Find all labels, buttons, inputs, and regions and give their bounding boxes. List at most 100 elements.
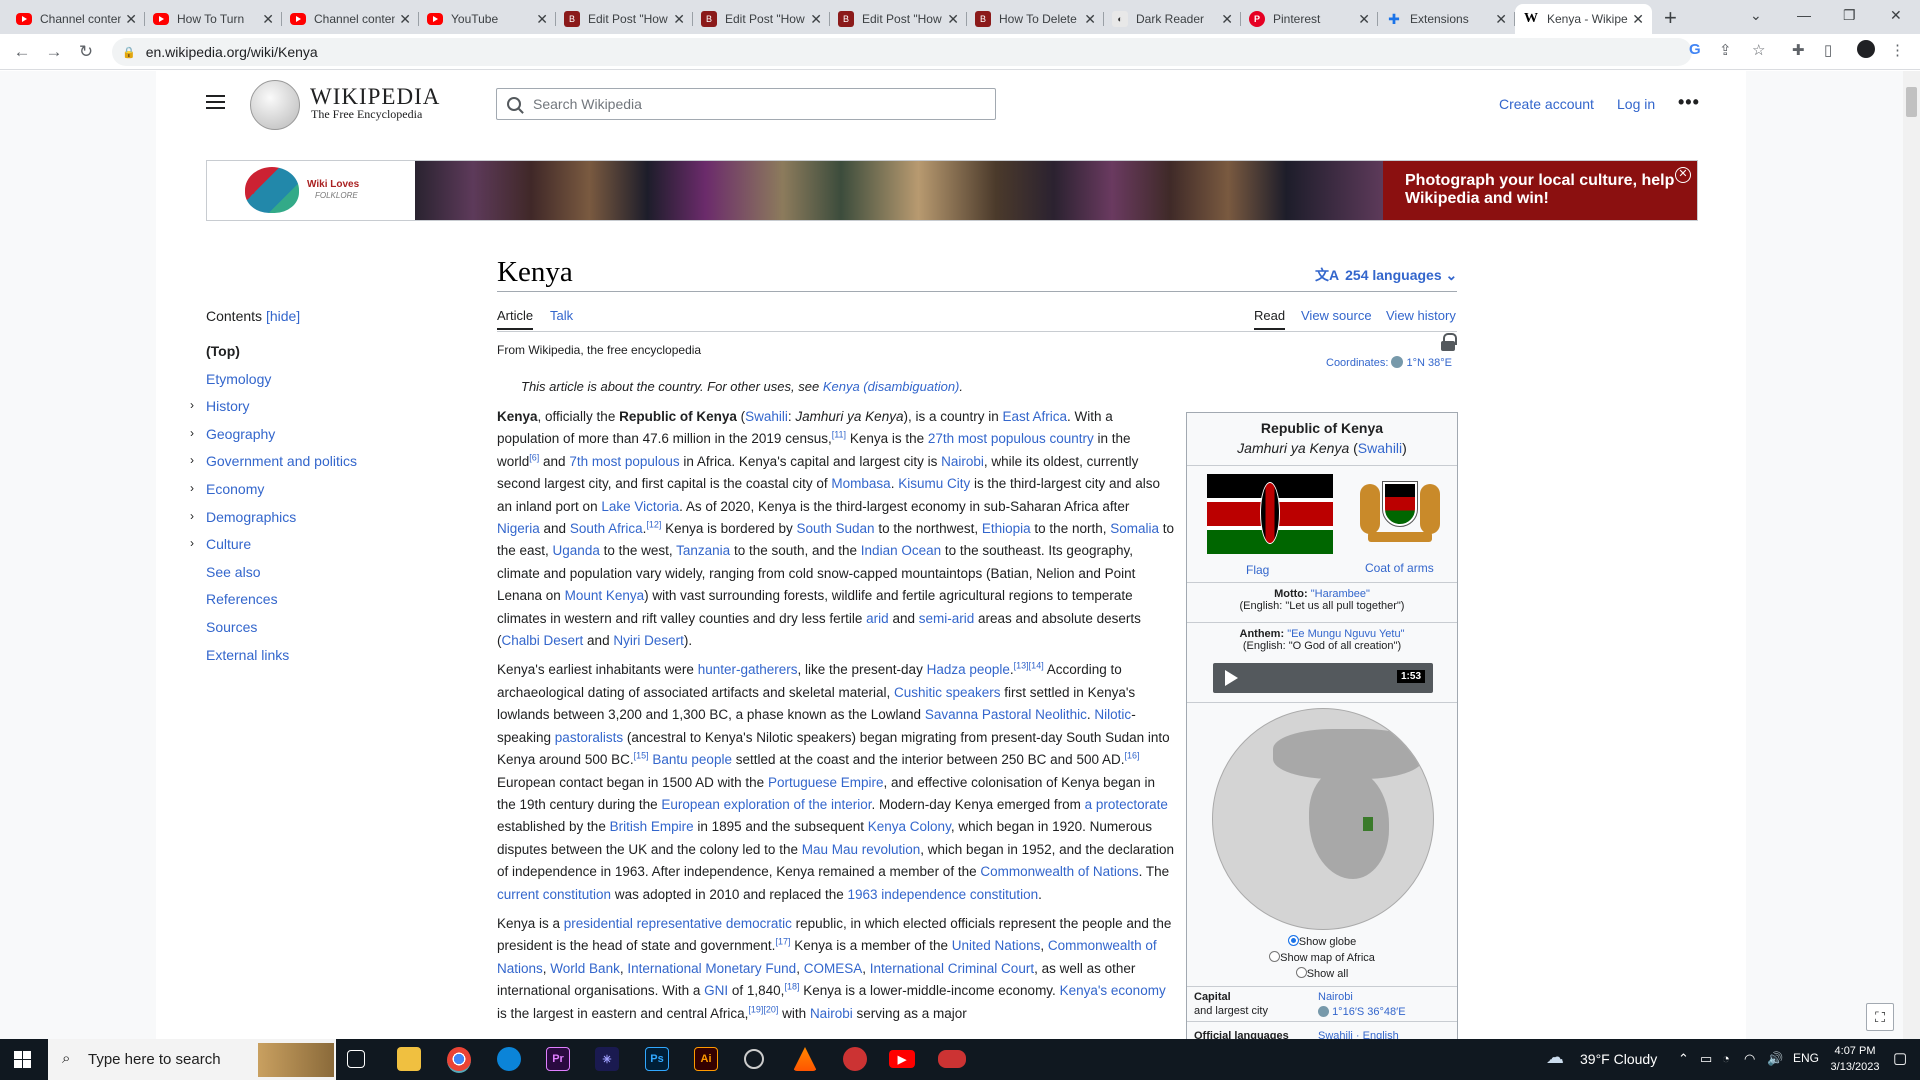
map-option-globe[interactable]: Show globe (1187, 934, 1457, 950)
play-icon[interactable] (1225, 670, 1238, 686)
log-in-link[interactable]: Log in (1617, 96, 1655, 112)
flag-caption[interactable]: Flag (1246, 563, 1269, 577)
toc-item[interactable]: References (206, 591, 357, 619)
kenya-globe-map[interactable] (1212, 708, 1434, 930)
toc-item[interactable]: › Culture (190, 536, 357, 564)
toc-item[interactable]: External links (206, 647, 357, 675)
nairobi-link[interactable]: Nairobi (1318, 991, 1353, 1003)
clock[interactable]: 4:07 PM 3/13/2023 (1825, 1043, 1885, 1075)
close-tab-icon[interactable]: ✕ (125, 11, 137, 28)
toc-item[interactable]: Sources (206, 619, 357, 647)
tab-read[interactable]: Read (1254, 308, 1286, 330)
volume-icon[interactable]: 🔊 (1767, 1051, 1783, 1067)
browser-tab[interactable]: Channel content ✕ (282, 4, 419, 34)
browser-tab[interactable]: How To Turn ✕ (145, 4, 282, 34)
chevron-right-icon[interactable]: › (190, 398, 194, 412)
back-button[interactable]: ← (6, 42, 38, 62)
toc-item[interactable]: › Government and politics (190, 453, 357, 481)
expand-icon[interactable]: ⛶ (1866, 1003, 1894, 1031)
close-tab-icon[interactable]: ✕ (947, 11, 959, 28)
map-option-africa[interactable]: Show map of Africa (1187, 950, 1457, 966)
network-icon[interactable]: ◔ (1722, 1051, 1730, 1066)
browser-tab[interactable]: W Kenya - Wikipedia ✕ (1515, 4, 1652, 34)
reload-button[interactable]: ↻ (70, 42, 102, 62)
toc-item[interactable]: › History (190, 398, 357, 426)
browser-tab[interactable]: B Edit Post "How ✕ (830, 4, 967, 34)
create-account-link[interactable]: Create account (1499, 96, 1594, 112)
scrollbar-thumb[interactable] (1906, 87, 1917, 117)
tab-article[interactable]: Article (497, 308, 534, 330)
close-tab-icon[interactable]: ✕ (1084, 11, 1096, 28)
taskbar-search-box[interactable]: ⌕ Type here to search (48, 1039, 336, 1080)
coat-of-arms-image[interactable] (1358, 472, 1442, 558)
app-icon-2[interactable] (938, 1050, 966, 1068)
app-icon[interactable] (843, 1047, 867, 1071)
capital-coords-link[interactable]: 1°16′S 36°48′E (1332, 1006, 1405, 1018)
close-tab-icon[interactable]: ✕ (1495, 11, 1507, 28)
close-tab-icon[interactable]: ✕ (399, 11, 411, 28)
toc-item[interactable]: (Top) (206, 343, 357, 371)
disambiguation-link[interactable]: Kenya (disambiguation) (823, 379, 960, 394)
close-tab-icon[interactable]: ✕ (536, 11, 548, 28)
battery-icon[interactable]: ▭ (1700, 1051, 1712, 1067)
maximize-button[interactable]: ❐ (1843, 0, 1856, 30)
scrollbar[interactable] (1903, 71, 1920, 1039)
extensions-icon[interactable]: ✚ (1792, 41, 1805, 59)
chrome-menu-icon[interactable]: ⋮ (1890, 41, 1905, 59)
main-menu-icon[interactable] (206, 95, 225, 111)
map-option-all[interactable]: Show all (1187, 966, 1457, 982)
google-translate-icon[interactable]: G (1689, 41, 1701, 58)
more-options-icon[interactable]: ••• (1678, 92, 1700, 113)
wikipedia-globe-logo[interactable] (250, 80, 300, 130)
illustrator-icon[interactable]: Ai (694, 1047, 718, 1071)
notifications-icon[interactable]: ▢ (1893, 1049, 1907, 1067)
browser-tab[interactable]: B How To Delete ✕ (967, 4, 1104, 34)
wiki-loves-folklore-banner[interactable]: Wiki Loves FOLKLORE Photograph your loca… (206, 160, 1698, 221)
browser-tab[interactable]: ◐ Dark Reader ✕ (1104, 4, 1241, 34)
motto-link[interactable]: "Harambee" (1311, 588, 1370, 600)
tab-talk[interactable]: Talk (550, 308, 573, 323)
toc-item[interactable]: Etymology (206, 371, 357, 399)
wifi-icon[interactable]: ◠ (1744, 1051, 1755, 1067)
browser-tab[interactable]: ✚ Extensions ✕ (1378, 4, 1515, 34)
show-hidden-icons-icon[interactable]: ⌃ (1678, 1051, 1689, 1067)
share-icon[interactable]: ⇪ (1719, 41, 1732, 59)
chrome-taskbar-icon[interactable] (447, 1047, 471, 1073)
lock-icon[interactable]: 🔒 (122, 46, 136, 59)
kenya-flag-image[interactable] (1207, 474, 1333, 558)
edge-icon[interactable] (497, 1047, 521, 1071)
anthem-link[interactable]: "Ee Mungu Nguvu Yetu" (1287, 628, 1404, 640)
browser-tab[interactable]: P Pinterest ✕ (1241, 4, 1378, 34)
toc-item[interactable]: › Geography (190, 426, 357, 454)
close-tab-icon[interactable]: ✕ (1632, 11, 1644, 28)
toc-hide-link[interactable]: [hide] (266, 308, 300, 324)
protection-lock-icon[interactable] (1441, 333, 1457, 351)
language-button[interactable]: 文A 254 languages ⌄ (1315, 265, 1457, 285)
close-tab-icon[interactable]: ✕ (262, 11, 274, 28)
obs-icon[interactable] (744, 1049, 764, 1069)
task-view-icon[interactable] (347, 1050, 365, 1068)
forward-button[interactable]: → (38, 42, 70, 62)
bookmark-star-icon[interactable]: ☆ (1752, 41, 1765, 59)
chevron-right-icon[interactable]: › (190, 536, 194, 550)
file-explorer-icon[interactable] (397, 1047, 421, 1071)
weather-cloud-icon[interactable]: ☁ (1546, 1047, 1564, 1068)
chevron-right-icon[interactable]: › (190, 426, 194, 440)
language-indicator[interactable]: ENG (1793, 1051, 1819, 1065)
coat-of-arms-caption[interactable]: Coat of arms (1365, 561, 1434, 575)
tab-view-history[interactable]: View history (1386, 308, 1456, 323)
radio-icon[interactable] (1295, 967, 1307, 978)
search-input[interactable]: Search Wikipedia (496, 88, 996, 120)
close-tab-icon[interactable]: ✕ (1358, 11, 1370, 28)
radio-icon[interactable] (1269, 951, 1281, 962)
browser-tab[interactable]: B Edit Post "How ✕ (556, 4, 693, 34)
chevron-right-icon[interactable]: › (190, 509, 194, 523)
vlc-icon[interactable] (793, 1047, 817, 1071)
toc-item[interactable]: › Economy (190, 481, 357, 509)
coordinates-link[interactable]: 1°N 38°E (1407, 357, 1453, 369)
photoshop-icon[interactable]: Ps (645, 1047, 669, 1071)
close-tab-icon[interactable]: ✕ (673, 11, 685, 28)
weather-text[interactable]: 39°F Cloudy (1580, 1051, 1657, 1067)
premiere-pro-icon[interactable]: Pr (546, 1047, 570, 1071)
tab-search-button[interactable]: ⌄ (1750, 0, 1762, 30)
